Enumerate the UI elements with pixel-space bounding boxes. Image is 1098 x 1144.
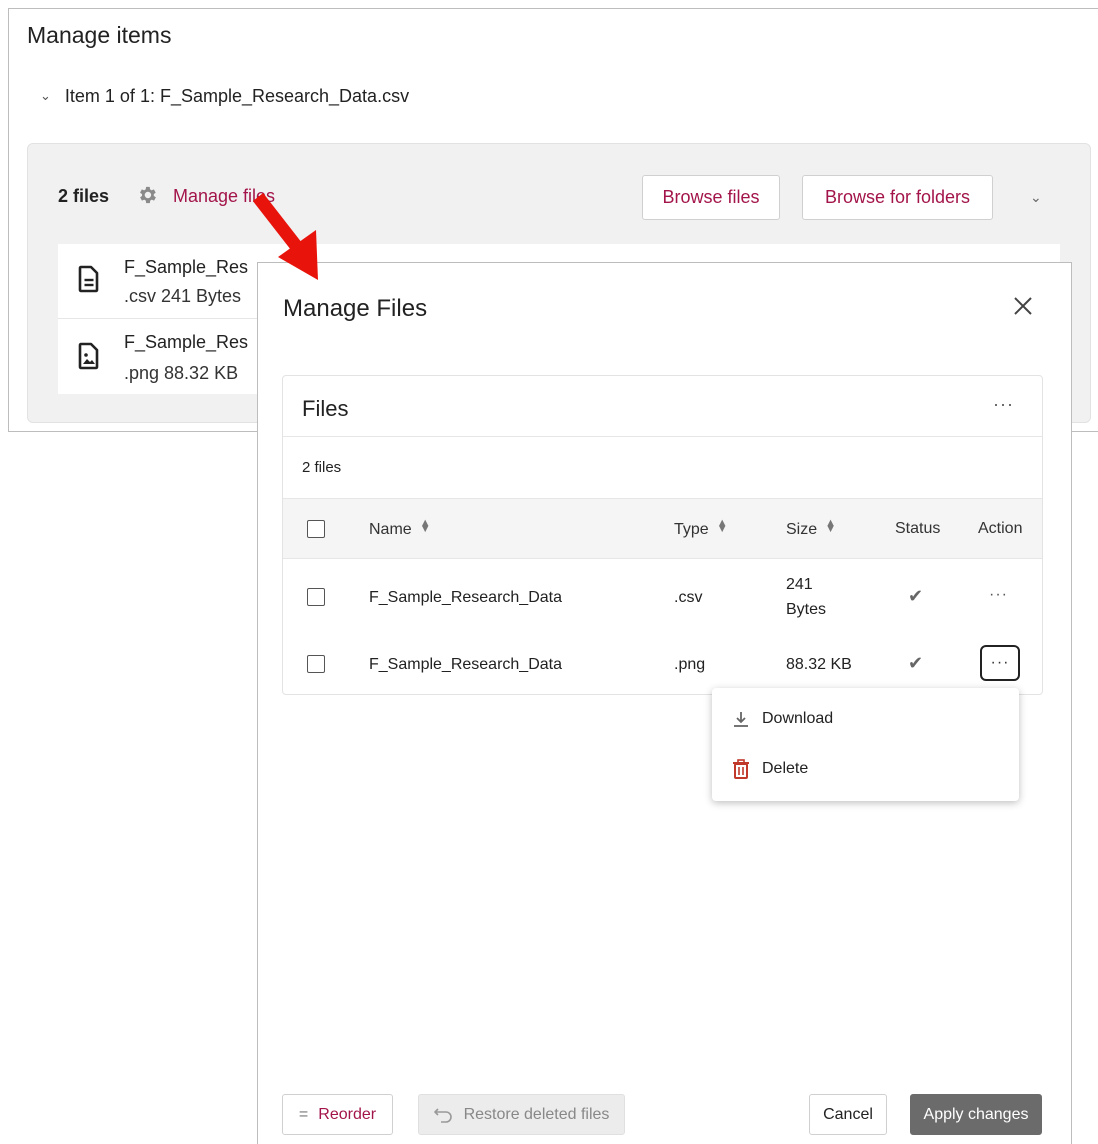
gear-icon[interactable] xyxy=(136,184,158,206)
row-action-menu: Download Delete xyxy=(712,688,1019,801)
browse-files-button[interactable]: Browse files xyxy=(642,175,780,220)
file-type: .csv xyxy=(674,589,703,606)
menu-item-label: Download xyxy=(762,710,834,727)
file-name: F_Sample_Research_Data xyxy=(369,656,562,673)
item-header-label: Item 1 of 1: F_Sample_Research_Data.csv xyxy=(64,86,410,106)
apply-changes-button[interactable]: Apply changes xyxy=(910,1094,1042,1135)
annotation-arrow-icon xyxy=(252,193,318,280)
column-header-status: Status xyxy=(895,520,941,537)
column-header-action: Action xyxy=(978,520,1023,537)
checkmark-icon: ✔ xyxy=(908,653,924,673)
files-count: 2 files xyxy=(302,459,342,476)
row-actions-button[interactable]: ··· xyxy=(989,586,1008,604)
reorder-button[interactable]: = Reorder xyxy=(282,1094,393,1135)
file-size: 241 xyxy=(786,576,813,593)
image-file-icon xyxy=(78,342,99,370)
download-icon xyxy=(734,712,748,727)
reorder-icon: = xyxy=(298,1105,309,1123)
manage-files-dialog: Manage Files Files ··· 2 files Name ▲ ▼ Ty… xyxy=(257,262,1072,1144)
dialog-title: Manage Files xyxy=(283,295,428,322)
column-label: Size xyxy=(786,521,818,538)
sort-icon[interactable]: ▲ ▼ xyxy=(825,518,836,535)
file-name: F_Sample_Res xyxy=(124,332,249,352)
close-icon[interactable] xyxy=(1010,293,1036,319)
sort-icon[interactable]: ▲ ▼ xyxy=(717,518,728,535)
page-title: Manage items xyxy=(27,22,172,48)
divider xyxy=(283,436,1042,437)
sort-icon[interactable]: ▲ ▼ xyxy=(420,518,431,535)
files-panel-title: Files xyxy=(302,396,349,421)
button-label: Reorder xyxy=(318,1105,377,1123)
file-meta: .png 88.32 KB xyxy=(124,363,239,383)
file-name: F_Sample_Research_Data xyxy=(369,589,562,606)
column-label: Type xyxy=(674,521,709,538)
undo-icon xyxy=(433,1107,452,1123)
column-label: Name xyxy=(369,521,412,538)
row-actions-button[interactable]: ··· xyxy=(980,645,1020,681)
file-size: Bytes xyxy=(786,601,827,618)
trash-icon xyxy=(733,759,749,779)
cancel-button[interactable]: Cancel xyxy=(809,1094,887,1135)
browse-folders-button[interactable]: Browse for folders xyxy=(802,175,993,220)
files-panel: Files ··· 2 files Name ▲ ▼ Type ▲ ▼ Size ▲ ▼ S… xyxy=(282,375,1043,695)
table-header: Name ▲ ▼ Type ▲ ▼ Size ▲ ▼ Status Action xyxy=(283,498,1042,559)
column-header-size[interactable]: Size ▲ ▼ xyxy=(786,518,836,539)
item-accordion-header[interactable]: ⌄ Item 1 of 1: F_Sample_Research_Data.cs… xyxy=(40,86,409,107)
more-options-icon[interactable]: ··· xyxy=(993,394,1014,415)
restore-deleted-files-button[interactable]: Restore deleted files xyxy=(418,1094,625,1135)
row-checkbox[interactable] xyxy=(307,655,325,673)
file-size: 88.32 KB xyxy=(786,656,852,673)
document-icon xyxy=(78,265,99,293)
chevron-down-icon: ⌄ xyxy=(40,87,51,103)
row-checkbox[interactable] xyxy=(307,588,325,606)
column-header-type[interactable]: Type ▲ ▼ xyxy=(674,518,728,539)
checkmark-icon: ✔ xyxy=(908,586,924,606)
files-count: 2 files xyxy=(58,186,110,206)
menu-item-download[interactable]: Download xyxy=(732,710,833,728)
select-all-checkbox[interactable] xyxy=(307,520,325,538)
button-label: Restore deleted files xyxy=(463,1105,610,1123)
chevron-down-icon[interactable]: ⌄ xyxy=(1030,189,1042,206)
file-meta: .csv 241 Bytes xyxy=(124,286,242,306)
file-type: .png xyxy=(674,656,706,673)
menu-item-delete[interactable]: Delete xyxy=(732,759,808,779)
column-header-name[interactable]: Name ▲ ▼ xyxy=(369,518,431,539)
menu-item-label: Delete xyxy=(762,760,809,777)
file-name: F_Sample_Res xyxy=(124,257,249,277)
